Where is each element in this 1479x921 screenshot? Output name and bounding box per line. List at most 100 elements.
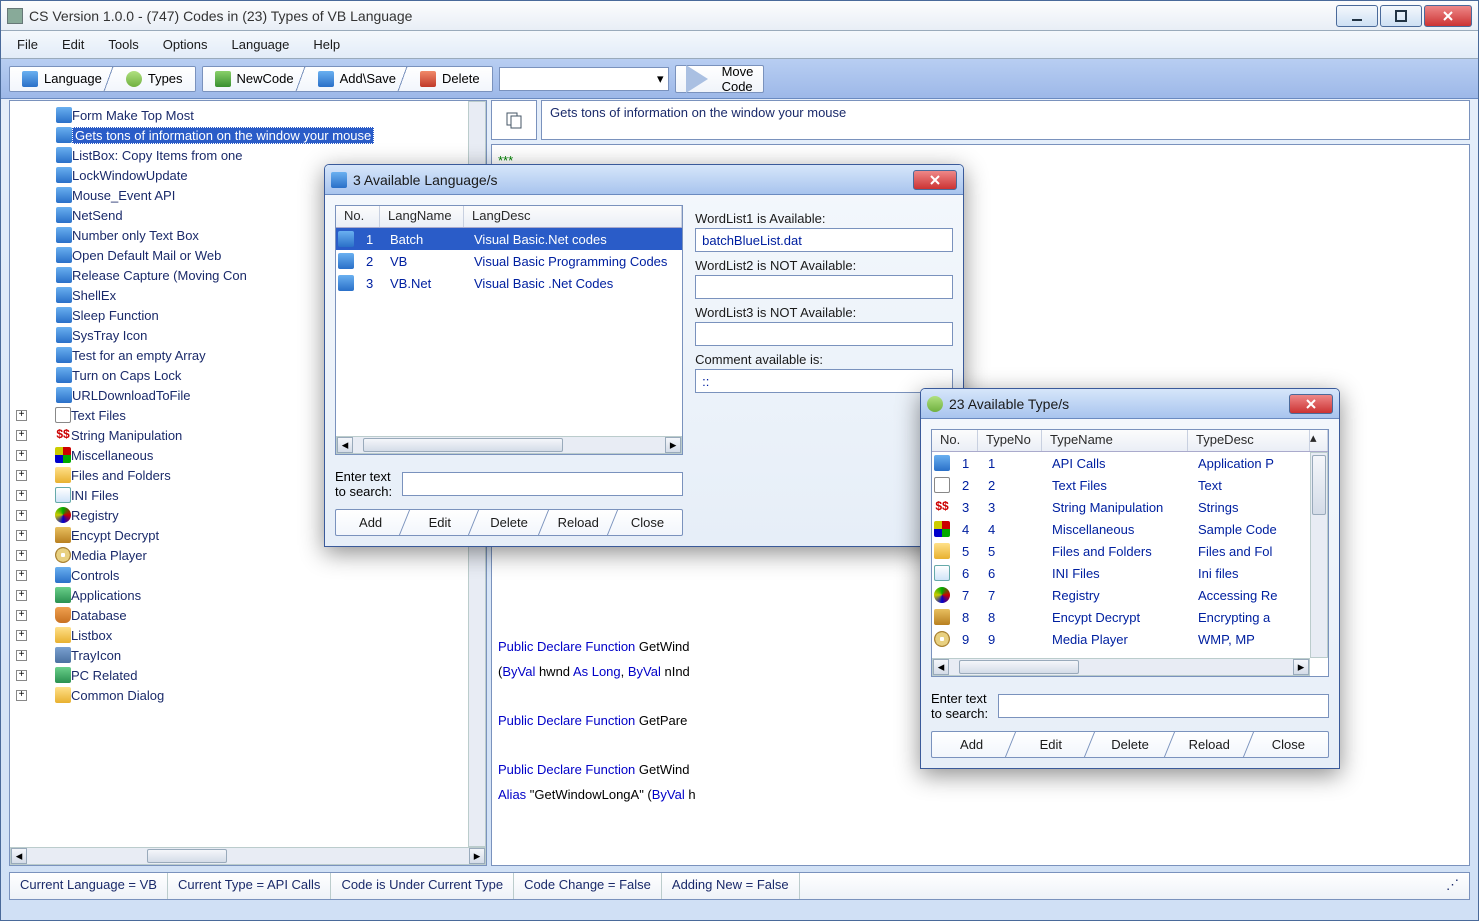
types-lv-scroll-h[interactable]: ◂ ▸: [932, 658, 1310, 676]
expand-icon[interactable]: +: [16, 490, 27, 501]
lv-col-typedesc[interactable]: TypeDesc: [1188, 430, 1310, 451]
scroll-thumb-v[interactable]: [1312, 455, 1326, 515]
code-combo[interactable]: ▾: [499, 67, 669, 91]
scroll-left-icon[interactable]: ◂: [933, 659, 949, 675]
list-row[interactable]: 66INI FilesIni files: [932, 562, 1328, 584]
move-code-button[interactable]: Move Code: [675, 65, 765, 93]
wordlist1-input[interactable]: [695, 228, 953, 252]
tree-branch[interactable]: + TrayIcon: [12, 645, 466, 665]
lang-reload-button[interactable]: Reload: [544, 510, 613, 535]
wordlist2-input[interactable]: [695, 275, 953, 299]
tree-item[interactable]: Form Make Top Most: [12, 105, 466, 125]
menu-file[interactable]: File: [7, 34, 48, 55]
tree-branch[interactable]: + Controls: [12, 565, 466, 585]
list-row[interactable]: 11API CallsApplication P: [932, 452, 1328, 474]
scroll-right-icon[interactable]: ▸: [665, 437, 681, 453]
scroll-thumb[interactable]: [363, 438, 563, 452]
scroll-right-icon[interactable]: ▸: [469, 848, 485, 864]
lv-col-langname[interactable]: LangName: [380, 206, 464, 227]
list-row[interactable]: 1BatchVisual Basic.Net codes: [336, 228, 682, 250]
list-row[interactable]: 99Media PlayerWMP, MP: [932, 628, 1328, 650]
list-row[interactable]: 88Encypt DecryptEncrypting a: [932, 606, 1328, 628]
types-close-button[interactable]: Close: [1249, 732, 1328, 757]
list-row[interactable]: 2VBVisual Basic Programming Codes: [336, 250, 682, 272]
language-listview[interactable]: No. LangName LangDesc 1BatchVisual Basic…: [335, 205, 683, 455]
language-dialog-titlebar[interactable]: 3 Available Language/s: [325, 165, 963, 195]
scroll-thumb[interactable]: [959, 660, 1079, 674]
tree-branch[interactable]: + Applications: [12, 585, 466, 605]
menu-edit[interactable]: Edit: [52, 34, 94, 55]
list-row[interactable]: 22Text FilesText: [932, 474, 1328, 496]
lv-col-typeno[interactable]: TypeNo: [978, 430, 1042, 451]
maximize-button[interactable]: [1380, 5, 1422, 27]
list-row[interactable]: 3VB.NetVisual Basic .Net Codes: [336, 272, 682, 294]
language-button[interactable]: Language: [10, 67, 114, 91]
lang-add-button[interactable]: Add: [336, 510, 405, 535]
expand-icon[interactable]: +: [16, 650, 27, 661]
list-row[interactable]: 44MiscellaneousSample Code: [932, 518, 1328, 540]
expand-icon[interactable]: +: [16, 610, 27, 621]
expand-icon[interactable]: +: [16, 470, 27, 481]
expand-icon[interactable]: +: [16, 630, 27, 641]
lv-col-no[interactable]: No.: [932, 430, 978, 451]
types-dialog-close-button[interactable]: [1289, 394, 1333, 414]
scroll-left-icon[interactable]: ◂: [337, 437, 353, 453]
copy-button[interactable]: [491, 100, 537, 140]
close-button[interactable]: [1424, 5, 1472, 27]
expand-icon[interactable]: +: [16, 530, 27, 541]
types-delete-button[interactable]: Delete: [1090, 732, 1169, 757]
expand-icon[interactable]: +: [16, 410, 27, 421]
menu-help[interactable]: Help: [303, 34, 350, 55]
expand-icon[interactable]: +: [16, 510, 27, 521]
tree-scrollbar-h[interactable]: ◂ ▸: [10, 847, 486, 865]
menu-tools[interactable]: Tools: [98, 34, 148, 55]
lv-col-typename[interactable]: TypeName: [1042, 430, 1188, 451]
expand-icon[interactable]: +: [16, 570, 27, 581]
types-button[interactable]: Types: [114, 67, 195, 91]
tree-branch[interactable]: + Database: [12, 605, 466, 625]
newcode-button[interactable]: NewCode: [203, 67, 306, 91]
main-titlebar[interactable]: CS Version 1.0.0 - (747) Codes in (23) T…: [1, 1, 1478, 31]
list-row[interactable]: 55Files and FoldersFiles and Fol: [932, 540, 1328, 562]
lang-delete-button[interactable]: Delete: [474, 510, 543, 535]
types-search-input[interactable]: [998, 694, 1329, 718]
language-search-input[interactable]: [402, 472, 683, 496]
language-dialog-close-button[interactable]: [913, 170, 957, 190]
tree-branch[interactable]: + Media Player: [12, 545, 466, 565]
expand-icon[interactable]: +: [16, 670, 27, 681]
expand-icon[interactable]: +: [16, 550, 27, 561]
scroll-right-icon[interactable]: ▸: [1293, 659, 1309, 675]
types-dialog-titlebar[interactable]: 23 Available Type/s: [921, 389, 1339, 419]
expand-icon[interactable]: +: [16, 590, 27, 601]
types-listview[interactable]: No. TypeNo TypeName TypeDesc ▴ 11API Cal…: [931, 429, 1329, 677]
types-add-button[interactable]: Add: [932, 732, 1011, 757]
scroll-left-icon[interactable]: ◂: [11, 848, 27, 864]
tree-branch[interactable]: + Listbox: [12, 625, 466, 645]
addsave-button[interactable]: Add\Save: [306, 67, 408, 91]
language-lv-scroll[interactable]: ◂ ▸: [336, 436, 682, 454]
tree-branch[interactable]: + Common Dialog: [12, 685, 466, 705]
scroll-thumb[interactable]: [147, 849, 227, 863]
resize-grip[interactable]: ⋰: [1436, 873, 1469, 899]
types-edit-button[interactable]: Edit: [1011, 732, 1090, 757]
delete-button[interactable]: Delete: [408, 67, 492, 91]
expand-icon[interactable]: +: [16, 430, 27, 441]
list-row[interactable]: $$33String ManipulationStrings: [932, 496, 1328, 518]
tree-item[interactable]: ListBox: Copy Items from one: [12, 145, 466, 165]
tree-branch[interactable]: + PC Related: [12, 665, 466, 685]
lv-col-langdesc[interactable]: LangDesc: [464, 206, 682, 227]
list-row[interactable]: 77RegistryAccessing Re: [932, 584, 1328, 606]
expand-icon[interactable]: +: [16, 450, 27, 461]
lang-close-button[interactable]: Close: [613, 510, 682, 535]
wordlist3-input[interactable]: [695, 322, 953, 346]
menu-language[interactable]: Language: [222, 34, 300, 55]
tree-item[interactable]: Gets tons of information on the window y…: [12, 125, 466, 145]
types-reload-button[interactable]: Reload: [1170, 732, 1249, 757]
lang-edit-button[interactable]: Edit: [405, 510, 474, 535]
minimize-button[interactable]: [1336, 5, 1378, 27]
comment-input[interactable]: [695, 369, 953, 393]
lv-col-no[interactable]: No.: [336, 206, 380, 227]
types-lv-scroll-v[interactable]: [1310, 452, 1328, 658]
menu-options[interactable]: Options: [153, 34, 218, 55]
expand-icon[interactable]: +: [16, 690, 27, 701]
